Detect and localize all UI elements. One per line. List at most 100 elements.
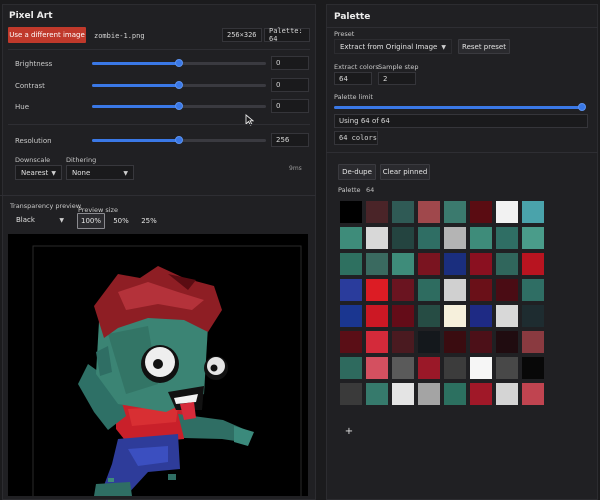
brightness-slider[interactable]: [92, 59, 266, 67]
palette-swatch[interactable]: [444, 357, 466, 379]
palette-swatch[interactable]: [522, 201, 544, 223]
palette-limit-slider[interactable]: [334, 103, 586, 111]
palette-swatch[interactable]: [418, 305, 440, 327]
palette-swatch[interactable]: [470, 357, 492, 379]
palette-swatch[interactable]: [392, 357, 414, 379]
palette-swatch[interactable]: [444, 383, 466, 405]
divider: [8, 124, 310, 125]
palette-swatch[interactable]: [340, 227, 362, 249]
contrast-value[interactable]: 0: [271, 78, 309, 92]
palette-swatch[interactable]: [392, 383, 414, 405]
palette-swatch[interactable]: [340, 383, 362, 405]
palette-swatch[interactable]: [366, 201, 388, 223]
palette-swatch[interactable]: [418, 383, 440, 405]
palette-swatch[interactable]: [392, 331, 414, 353]
palette-swatch[interactable]: [470, 201, 492, 223]
palette-swatch[interactable]: [392, 253, 414, 275]
palette-swatch[interactable]: [444, 331, 466, 353]
preset-label: Preset: [334, 30, 355, 38]
divider: [326, 27, 598, 28]
palette-swatch[interactable]: [392, 227, 414, 249]
resolution-value[interactable]: 256: [271, 133, 309, 147]
palette-swatch[interactable]: [496, 253, 518, 275]
palette-swatch[interactable]: [366, 357, 388, 379]
palette-swatch[interactable]: [470, 305, 492, 327]
palette-limit-label: Palette limit: [334, 93, 373, 101]
palette-swatch[interactable]: [340, 331, 362, 353]
contrast-slider[interactable]: [92, 81, 266, 89]
palette-swatch[interactable]: [444, 253, 466, 275]
palette-swatch[interactable]: [418, 253, 440, 275]
palette-swatch[interactable]: [470, 331, 492, 353]
resolution-slider[interactable]: [92, 136, 266, 144]
palette-swatch[interactable]: [496, 305, 518, 327]
palette-swatch[interactable]: [418, 357, 440, 379]
preset-select[interactable]: Extract from Original Image ▼: [334, 39, 452, 54]
palette-count-badge: Palette: 64: [264, 27, 310, 43]
palette-swatch[interactable]: [392, 305, 414, 327]
palette-swatch[interactable]: [444, 305, 466, 327]
palette-swatch[interactable]: [522, 357, 544, 379]
palette-swatch[interactable]: [366, 383, 388, 405]
preview-size-100-button[interactable]: 100%: [77, 213, 105, 229]
palette-swatch[interactable]: [366, 279, 388, 301]
dedupe-button[interactable]: De-dupe: [338, 164, 376, 180]
reset-preset-button[interactable]: Reset preset: [458, 39, 510, 54]
hue-slider[interactable]: [92, 102, 266, 110]
palette-swatch[interactable]: [522, 305, 544, 327]
palette-swatch[interactable]: [392, 201, 414, 223]
brightness-value[interactable]: 0: [271, 56, 309, 70]
extract-colors-input[interactable]: 64: [334, 72, 372, 85]
add-color-button[interactable]: +: [342, 424, 356, 438]
palette-swatch[interactable]: [444, 227, 466, 249]
pixel-art-preview: [8, 234, 308, 496]
palette-usage-text: Using 64 of 64: [334, 114, 588, 128]
palette-swatch[interactable]: [522, 253, 544, 275]
hue-value[interactable]: 0: [271, 99, 309, 113]
divider: [8, 49, 310, 50]
filename-label: zombie-1.png: [94, 32, 145, 40]
palette-swatch[interactable]: [340, 201, 362, 223]
palette-swatch[interactable]: [366, 305, 388, 327]
palette-swatch[interactable]: [522, 279, 544, 301]
clear-pinned-button[interactable]: Clear pinned: [380, 164, 430, 180]
palette-swatch[interactable]: [392, 279, 414, 301]
palette-swatch[interactable]: [470, 383, 492, 405]
palette-swatch[interactable]: [444, 279, 466, 301]
palette-swatch[interactable]: [418, 227, 440, 249]
palette-swatch[interactable]: [340, 305, 362, 327]
palette-swatch[interactable]: [340, 253, 362, 275]
palette-swatch[interactable]: [418, 331, 440, 353]
downscale-select[interactable]: Nearest ▼: [15, 165, 62, 180]
palette-swatch[interactable]: [496, 279, 518, 301]
palette-swatch[interactable]: [366, 253, 388, 275]
palette-swatch[interactable]: [470, 253, 492, 275]
palette-swatch[interactable]: [366, 331, 388, 353]
change-image-button[interactable]: Use a different image: [8, 27, 86, 43]
palette-swatch[interactable]: [470, 279, 492, 301]
palette-swatch[interactable]: [340, 279, 362, 301]
transparency-preview-label: Transparency preview: [10, 202, 82, 210]
palette-swatch[interactable]: [444, 201, 466, 223]
transparency-select[interactable]: Black ▼: [10, 212, 70, 227]
palette-swatch[interactable]: [366, 227, 388, 249]
sample-step-input[interactable]: 2: [378, 72, 416, 85]
palette-swatch[interactable]: [496, 201, 518, 223]
brightness-label: Brightness: [15, 60, 53, 68]
palette-swatch[interactable]: [418, 201, 440, 223]
preview-size-25-button[interactable]: 25%: [136, 213, 162, 229]
palette-swatch[interactable]: [496, 331, 518, 353]
palette-swatch[interactable]: [522, 331, 544, 353]
palette-grid-count: 64: [366, 186, 375, 194]
palette-swatch[interactable]: [340, 357, 362, 379]
resolution-label: Resolution: [15, 137, 52, 145]
palette-swatch[interactable]: [496, 357, 518, 379]
palette-swatch[interactable]: [496, 383, 518, 405]
palette-swatch[interactable]: [470, 227, 492, 249]
dithering-select[interactable]: None ▼: [66, 165, 134, 180]
preview-size-50-button[interactable]: 50%: [108, 213, 134, 229]
palette-swatch[interactable]: [418, 279, 440, 301]
palette-swatch[interactable]: [522, 227, 544, 249]
palette-swatch[interactable]: [496, 227, 518, 249]
palette-swatch[interactable]: [522, 383, 544, 405]
